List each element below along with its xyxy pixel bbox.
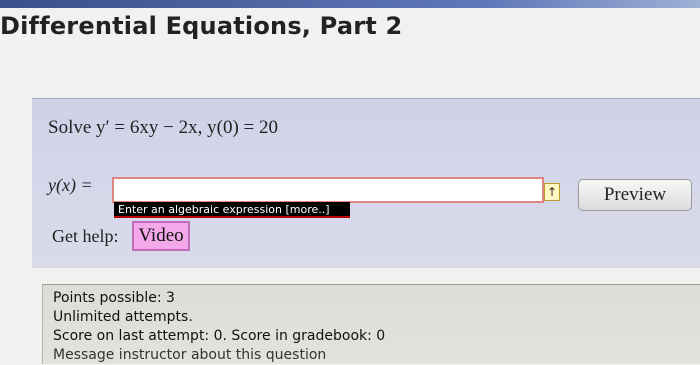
arrow-up-icon[interactable]: ↑ [544, 183, 560, 201]
page-title: Differential Equations, Part 2 [0, 12, 403, 40]
preview-button[interactable]: Preview [578, 179, 692, 211]
top-band [0, 0, 700, 8]
question-panel: Solve y′ = 6xy − 2x, y(0) = 20 y(x) = ↑ … [32, 98, 700, 268]
info-panel: Points possible: 3 Unlimited attempts. S… [42, 284, 700, 364]
answer-input[interactable] [112, 177, 544, 203]
video-button[interactable]: Video [132, 221, 190, 251]
score-info: Score on last attempt: 0. Score in grade… [53, 328, 386, 344]
input-hint[interactable]: Enter an algebraic expression [more..] [114, 202, 350, 218]
attempts-info: Unlimited attempts. [53, 309, 193, 325]
problem-statement: Solve y′ = 6xy − 2x, y(0) = 20 [48, 117, 278, 138]
points-possible: Points possible: 3 [53, 290, 175, 306]
help-label: Get help: [52, 226, 119, 246]
answer-label: y(x) = [48, 175, 93, 195]
